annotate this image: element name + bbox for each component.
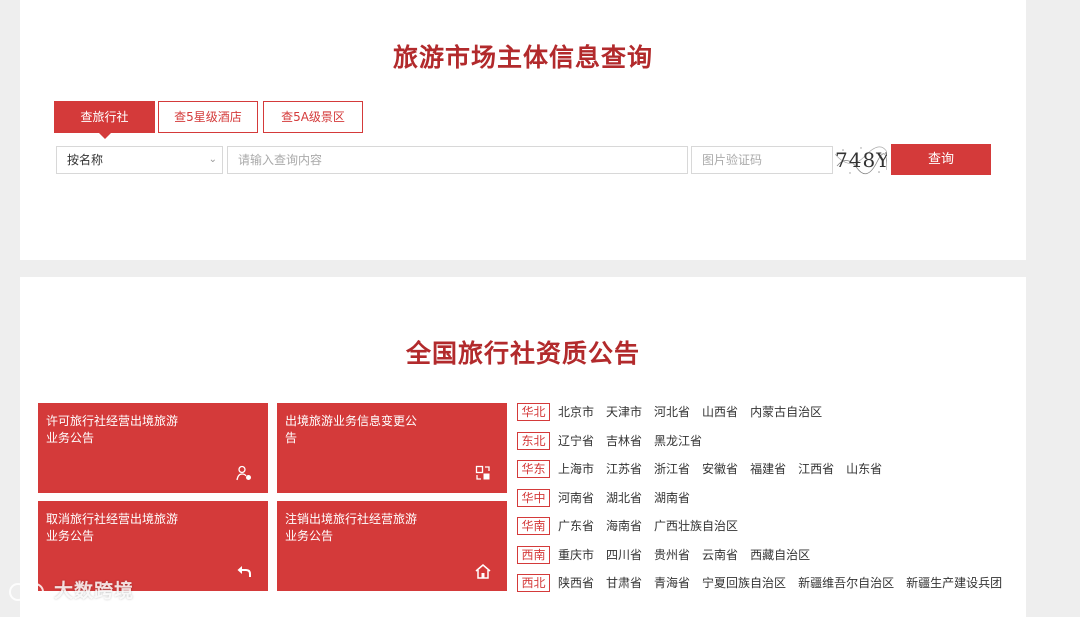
province-link[interactable]: 黑龙江省	[654, 432, 702, 450]
search-input-box[interactable]	[227, 146, 688, 174]
region-row: 华中 河南省 湖北省 湖南省	[517, 488, 702, 507]
province-link[interactable]: 上海市	[558, 460, 594, 478]
region-tag: 华东	[517, 460, 550, 478]
province-link[interactable]: 四川省	[606, 546, 642, 564]
region-tag: 华南	[517, 517, 550, 535]
province-link[interactable]: 江西省	[798, 460, 834, 478]
region-row: 华南 广东省 海南省 广西壮族自治区	[517, 517, 750, 535]
region-tag: 华中	[517, 488, 550, 507]
region-tag: 西南	[517, 545, 550, 564]
query-panel: 旅游市场主体信息查询 查旅行社 查5星级酒店 查5A级景区 按名称 ⌄	[20, 0, 1026, 260]
query-title: 旅游市场主体信息查询	[392, 43, 653, 72]
card-label: 许可旅行社经营出境旅游业务公告	[46, 414, 179, 445]
query-button[interactable]: 查询	[891, 144, 991, 175]
province-link[interactable]: 江苏省	[606, 460, 642, 478]
exchange-icon	[475, 465, 490, 480]
province-link[interactable]: 广西壮族自治区	[654, 517, 738, 535]
province-link[interactable]: 新疆维吾尔自治区	[798, 574, 894, 592]
province-link[interactable]: 宁夏回族自治区	[702, 574, 786, 592]
province-link[interactable]: 海南省	[606, 517, 642, 535]
region-row: 东北 辽宁省 吉林省 黑龙江省	[517, 431, 714, 450]
notice-title: 全国旅行社资质公告	[405, 339, 640, 368]
captcha-image[interactable]: 748Y	[835, 144, 887, 176]
province-link[interactable]: 重庆市	[558, 546, 594, 564]
card-deregister[interactable]: 注销出境旅行社经营旅游业务公告	[277, 501, 507, 591]
undo-icon	[237, 566, 251, 577]
tab-5a-scenic-spot[interactable]: 查5A级景区	[263, 101, 363, 133]
province-link[interactable]: 吉林省	[606, 432, 642, 450]
search-type-select[interactable]: 按名称 ⌄	[56, 146, 223, 174]
watermark-text: 大数跨境	[54, 580, 135, 602]
search-input[interactable]	[238, 147, 677, 173]
region-row: 华东 上海市 江苏省 浙江省 安徽省 福建省 江西省 山东省	[517, 460, 894, 478]
region-tag: 东北	[517, 431, 550, 450]
province-link[interactable]: 湖南省	[654, 489, 690, 507]
province-link[interactable]: 贵州省	[654, 546, 690, 564]
province-link[interactable]: 北京市	[558, 403, 594, 421]
card-label: 注销出境旅行社经营旅游业务公告	[285, 512, 418, 543]
province-link[interactable]: 浙江省	[654, 460, 690, 478]
user-check-icon	[236, 465, 251, 481]
tab-five-star-hotel[interactable]: 查5星级酒店	[158, 101, 258, 133]
province-link[interactable]: 河南省	[558, 489, 594, 507]
province-link[interactable]: 湖北省	[606, 489, 642, 507]
watermark: 大数跨境	[8, 576, 134, 603]
province-link[interactable]: 福建省	[750, 460, 786, 478]
house-icon	[475, 564, 491, 579]
province-link[interactable]: 天津市	[606, 403, 642, 421]
tab-travel-agency[interactable]: 查旅行社	[54, 101, 155, 139]
watermark-logo-icon	[9, 582, 44, 601]
chevron-down-icon: ⌄	[208, 154, 217, 165]
province-link[interactable]: 安徽省	[702, 460, 738, 478]
captcha-code: 748Y	[835, 148, 887, 172]
province-link[interactable]: 西藏自治区	[750, 546, 810, 564]
card-info-change[interactable]: 出境旅游业务信息变更公告	[277, 403, 507, 493]
province-link[interactable]: 山东省	[846, 460, 882, 478]
province-link[interactable]: 河北省	[654, 403, 690, 421]
province-link[interactable]: 云南省	[702, 546, 738, 564]
province-link[interactable]: 辽宁省	[558, 432, 594, 450]
province-link[interactable]: 甘肃省	[606, 574, 642, 592]
card-label: 取消旅行社经营出境旅游业务公告	[46, 512, 179, 543]
province-link[interactable]: 内蒙古自治区	[750, 403, 822, 421]
captcha-input-box[interactable]	[691, 146, 833, 174]
search-type-selected: 按名称	[67, 153, 104, 167]
province-link[interactable]: 陕西省	[558, 574, 594, 592]
province-link[interactable]: 新疆生产建设兵团	[906, 574, 1002, 592]
region-row: 西北 陕西省 甘肃省 青海省 宁夏回族自治区 新疆维吾尔自治区 新疆生产建设兵团	[517, 574, 1014, 592]
region-tag: 西北	[517, 574, 550, 592]
captcha-input[interactable]	[702, 147, 822, 173]
region-tag: 华北	[517, 403, 550, 421]
card-label: 出境旅游业务信息变更公告	[285, 414, 418, 445]
region-row: 西南 重庆市 四川省 贵州省 云南省 西藏自治区	[517, 545, 822, 564]
province-link[interactable]: 广东省	[558, 517, 594, 535]
province-link[interactable]: 青海省	[654, 574, 690, 592]
card-permit-outbound[interactable]: 许可旅行社经营出境旅游业务公告	[38, 403, 268, 493]
province-link[interactable]: 山西省	[702, 403, 738, 421]
region-row: 华北 北京市 天津市 河北省 山西省 内蒙古自治区	[517, 403, 834, 421]
